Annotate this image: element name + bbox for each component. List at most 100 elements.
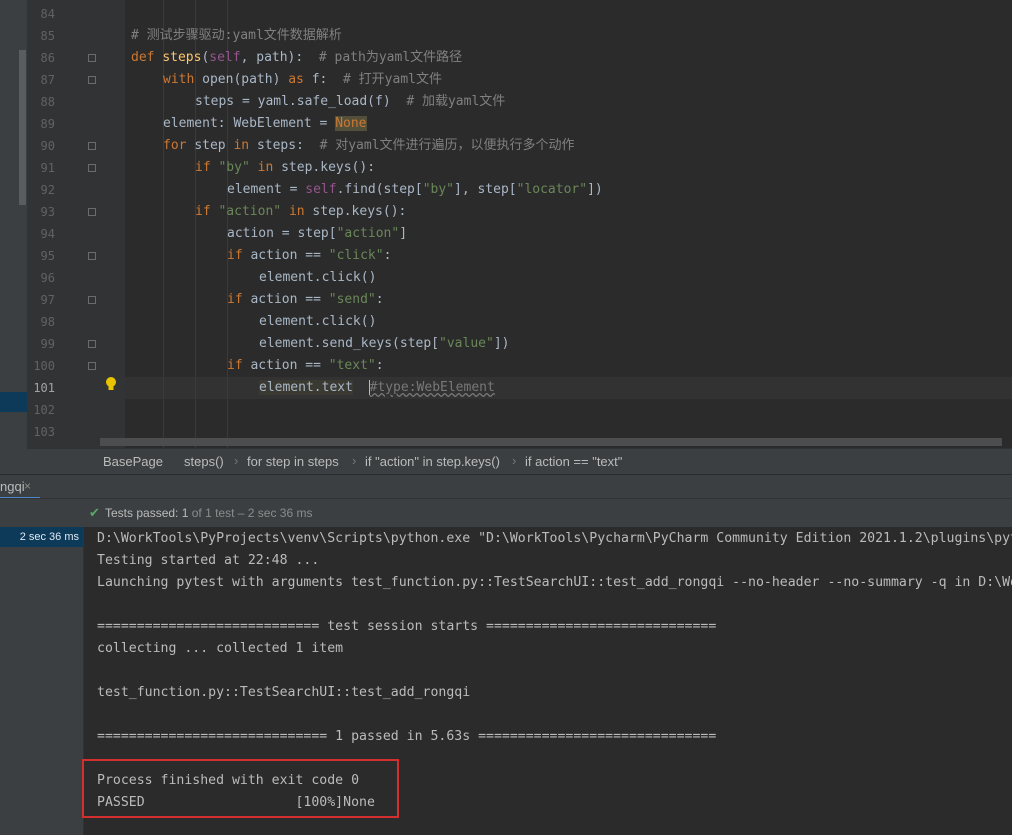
- code-line-95[interactable]: if action == "click":: [227, 245, 391, 267]
- line-number: 98: [40, 315, 55, 329]
- line-number: 86: [40, 51, 55, 65]
- code-text: :: [383, 248, 392, 263]
- code-comment: # 打开yaml文件: [343, 72, 442, 87]
- code-text: :: [375, 358, 384, 373]
- function-name: steps: [162, 50, 202, 65]
- code-line-88[interactable]: steps = yaml.safe_load(f) # 加载yaml文件: [195, 91, 505, 113]
- type-hint: #type:WebElement: [369, 380, 495, 395]
- code-text: :: [375, 292, 384, 307]
- code-line-99[interactable]: element.send_keys(step["value"]): [259, 333, 509, 355]
- code-comment: # path为yaml文件路径: [318, 50, 463, 65]
- keyword: with: [163, 72, 203, 87]
- fold-marker-icon[interactable]: [88, 76, 96, 84]
- code-comment: # 对yaml文件进行遍历，以便执行多个动作: [319, 138, 575, 153]
- code-text: step.keys():: [312, 204, 407, 219]
- keyword: if: [227, 248, 251, 263]
- code-text: action ==: [250, 292, 329, 307]
- code-text: ]: [399, 226, 408, 241]
- code-text: element =: [227, 182, 306, 197]
- line-number: 92: [40, 183, 55, 197]
- fold-marker-icon[interactable]: [88, 362, 96, 370]
- code-line-86[interactable]: def steps(self, path): # path为yaml文件路径: [131, 47, 462, 69]
- console-line: ============================ test sessio…: [97, 619, 717, 634]
- keyword: if: [195, 160, 219, 175]
- string: "click": [328, 248, 384, 263]
- code-text: .find(step[: [336, 182, 423, 197]
- breadcrumb-item[interactable]: steps(): [184, 454, 224, 469]
- tool-strip-selection: [0, 392, 27, 412]
- string: "locator": [516, 182, 588, 197]
- code-line-89[interactable]: element: WebElement = None: [163, 113, 367, 135]
- code-line-85[interactable]: # 测试步骤驱动:yaml文件数据解析: [131, 25, 342, 47]
- line-number: 84: [40, 7, 55, 21]
- keyword: if: [227, 358, 251, 373]
- breadcrumb-item[interactable]: if "action" in step.keys(): [365, 454, 500, 469]
- code-line-97[interactable]: if action == "send":: [227, 289, 384, 311]
- test-tree-selected-row[interactable]: 2 sec 36 ms: [0, 527, 83, 547]
- chevron-right-icon: ›: [512, 453, 517, 468]
- code-text: element.send_keys(step[: [259, 336, 440, 351]
- breadcrumb-item[interactable]: if action == "text": [525, 454, 622, 469]
- code-line-93[interactable]: if "action" in step.keys():: [195, 201, 406, 223]
- horizontal-scrollbar[interactable]: [100, 438, 1002, 446]
- code-line-98[interactable]: element.click(): [259, 311, 376, 333]
- code-line-96[interactable]: element.click(): [259, 267, 376, 289]
- code-line-94[interactable]: action = step["action"]: [227, 223, 407, 245]
- left-tool-strip: [0, 0, 27, 474]
- fold-marker-icon[interactable]: [88, 340, 96, 348]
- chevron-right-icon: ›: [234, 453, 239, 468]
- self-keyword: self: [305, 182, 337, 197]
- console-line: Launching pytest with arguments test_fun…: [97, 575, 1012, 590]
- check-icon: ✔: [89, 505, 100, 520]
- code-text: action ==: [250, 248, 329, 263]
- code-line-100[interactable]: if action == "text":: [227, 355, 384, 377]
- code-line-101[interactable]: element.text #type:WebElement: [259, 377, 495, 399]
- code-comment: # 测试步骤驱动:yaml文件数据解析: [131, 28, 342, 43]
- fold-marker-icon[interactable]: [88, 208, 96, 216]
- string: "text": [328, 358, 376, 373]
- code-line-90[interactable]: for step in steps: # 对yaml文件进行遍历，以便执行多个动…: [163, 135, 575, 157]
- keyword: in: [257, 160, 282, 175]
- code-text: ]): [587, 182, 603, 197]
- line-number: 97: [40, 293, 55, 307]
- line-number: 101: [33, 381, 55, 395]
- run-tab-bar: ngqi ×: [0, 474, 1012, 499]
- code-text: open(path): [202, 72, 289, 87]
- run-tab-label: ngqi: [0, 479, 25, 494]
- console-line: Testing started at 22:48 ...: [97, 553, 320, 568]
- test-status-text: Tests passed: 1 of 1 test – 2 sec 36 ms: [105, 506, 312, 520]
- lightbulb-icon[interactable]: [105, 376, 121, 392]
- keyword: def: [131, 50, 163, 65]
- test-duration: 2 sec 36 ms: [19, 531, 79, 543]
- fold-marker-icon[interactable]: [88, 296, 96, 304]
- tool-strip-scrollbar[interactable]: [19, 50, 26, 205]
- code-text: ]): [493, 336, 510, 351]
- code-line-91[interactable]: if "by" in step.keys():: [195, 157, 375, 179]
- string: "send": [328, 292, 376, 307]
- code-line-92[interactable]: element = self.find(step["by"], step["lo…: [227, 179, 603, 201]
- code-line-87[interactable]: with open(path) as f: # 打开yaml文件: [163, 69, 442, 91]
- line-number: 93: [40, 205, 55, 219]
- breadcrumb-item[interactable]: for step in steps: [247, 454, 339, 469]
- line-number: 85: [40, 29, 55, 43]
- close-icon[interactable]: ×: [24, 479, 31, 493]
- code-text: steps:: [256, 138, 320, 153]
- code-text: element: WebElement =: [163, 116, 336, 131]
- line-number: 100: [33, 359, 55, 373]
- run-tab[interactable]: ngqi ×: [0, 475, 40, 499]
- breadcrumb-item[interactable]: BasePage: [103, 454, 163, 469]
- string: "action": [336, 226, 400, 241]
- fold-marker-icon[interactable]: [88, 252, 96, 260]
- string: "action": [218, 204, 289, 219]
- code-text: f:: [311, 72, 344, 87]
- fold-marker-icon[interactable]: [88, 164, 96, 172]
- fold-marker-icon[interactable]: [88, 54, 96, 62]
- line-number: 90: [40, 139, 55, 153]
- console-line: ============================= 1 passed i…: [97, 729, 717, 744]
- console-line: D:\WorkTools\PyProjects\venv\Scripts\pyt…: [97, 531, 1012, 546]
- line-number: 103: [33, 425, 55, 439]
- keyword: for: [163, 138, 195, 153]
- fold-marker-icon[interactable]: [88, 142, 96, 150]
- breadcrumb: BasePage › steps() › for step in steps ›…: [27, 448, 1012, 475]
- line-number: 95: [40, 249, 55, 263]
